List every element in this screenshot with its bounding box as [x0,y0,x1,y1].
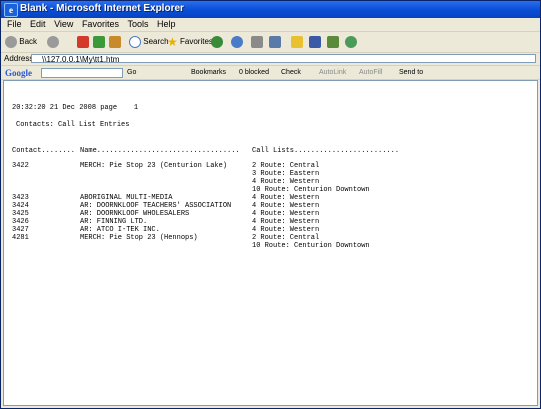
menu-file[interactable]: File [7,18,22,31]
edit-button[interactable] [269,35,281,49]
home-icon [109,35,121,48]
google-search-input[interactable] [41,68,123,78]
row-call-list: 10 Route: Centurion Downtown [252,186,370,194]
row-contact: 3425 [12,210,29,218]
row-name: MERCH: Pie Stop 23 (Hennops) [80,234,198,242]
window-title: Blank - Microsoft Internet Explorer [20,3,184,14]
forward-arrow-icon [47,35,59,48]
row-call-list: 10 Route: Centurion Downtown [252,242,370,250]
row-call-list: 4 Route: Western [252,218,320,226]
stop-icon [77,35,89,48]
back-button[interactable]: Back [5,35,37,49]
autofill-button[interactable]: AutoFill [359,68,382,77]
back-arrow-icon [5,35,17,48]
row-name: ABORIGINAL MULTI-MEDIA [80,194,173,202]
row-call-list: 4 Route: Western [252,226,320,234]
address-bar: Address \\127.0.0.1\My\tt1.htm [1,53,540,66]
ie-icon: e [4,3,18,17]
row-contact: 3422 [12,162,29,170]
star-icon: ★ [167,35,178,49]
print-button[interactable] [251,35,263,49]
standard-toolbar: Back Search ★ Favorites [1,32,540,53]
report-subtitle: Contacts: Call List Entries [16,121,130,129]
row-call-list: 4 Route: Western [252,178,320,186]
google-go-button[interactable]: Go [127,68,136,77]
tools-button[interactable] [345,35,357,49]
row-contact: 3426 [12,218,29,226]
mail-button[interactable] [231,35,243,49]
row-name: AR: DOORNKLOOF WHOLESALERS [80,210,190,218]
menu-favorites[interactable]: Favorites [82,18,119,31]
send-to-button[interactable]: Send to [399,68,423,77]
row-name: AR: ATCO I-TEK INC. [80,226,160,234]
title-bar[interactable]: e Blank - Microsoft Internet Explorer [1,1,540,18]
spellcheck-button[interactable]: Check [281,68,301,77]
edit-icon [269,35,281,48]
messenger-button[interactable] [309,35,321,49]
menu-tools[interactable]: Tools [127,18,148,31]
mail-icon [231,35,243,48]
row-call-list: 3 Route: Eastern [252,170,320,178]
history-button[interactable] [211,35,223,49]
stop-button[interactable] [77,35,89,49]
page-content: 20:32:20 21 Dec 2008 page 1 Contacts: Ca… [3,80,538,406]
discuss-button[interactable] [291,35,303,49]
home-button[interactable] [109,35,121,49]
research-icon [327,35,339,48]
bookmarks-button[interactable]: Bookmarks [191,68,226,77]
tools-icon [345,35,357,48]
refresh-icon [93,35,105,48]
column-header-name: Name.................................. [80,147,240,155]
search-button[interactable]: Search [129,35,169,49]
browser-window: e Blank - Microsoft Internet Explorer Fi… [0,0,541,409]
autolink-button[interactable]: AutoLink [319,68,346,77]
google-toolbar: Google Go Bookmarks 0 blocked Check Auto… [1,66,540,80]
row-name: MERCH: Pie Stop 23 (Centurion Lake) [80,162,228,170]
menu-edit[interactable]: Edit [30,18,46,31]
favorites-button[interactable]: ★ Favorites [167,35,213,49]
messenger-icon [309,35,321,48]
row-contact: 3427 [12,226,29,234]
menu-view[interactable]: View [54,18,73,31]
row-name: AR: FINNING LTD. [80,218,148,226]
column-header-contact: Contact........ [12,147,76,155]
menu-help[interactable]: Help [157,18,176,31]
folder-icon [291,35,303,48]
refresh-button[interactable] [93,35,105,49]
column-header-call-lists: Call Lists......................... [252,147,400,155]
row-call-list: 4 Route: Western [252,194,320,202]
search-icon [129,35,141,48]
address-label: Address [4,54,34,63]
row-call-list: 4 Route: Western [252,202,320,210]
row-name: AR: DOORNKLOOF TEACHERS' ASSOCIATION [80,202,232,210]
history-icon [211,35,223,48]
row-contact: 4281 [12,234,29,242]
report-timestamp: 20:32:20 21 Dec 2008 page 1 [12,104,139,112]
row-contact: 3423 [12,194,29,202]
row-call-list: 4 Route: Western [252,210,320,218]
address-input[interactable]: \\127.0.0.1\My\tt1.htm [31,54,536,64]
row-contact: 3424 [12,202,29,210]
research-button[interactable] [327,35,339,49]
popup-blocked-button[interactable]: 0 blocked [239,68,269,77]
print-icon [251,35,263,48]
google-logo: Google [5,68,32,78]
row-call-list: 2 Route: Central [252,234,320,242]
forward-button[interactable] [47,35,59,49]
menu-bar: File Edit View Favorites Tools Help [1,18,540,32]
row-call-list: 2 Route: Central [252,162,320,170]
